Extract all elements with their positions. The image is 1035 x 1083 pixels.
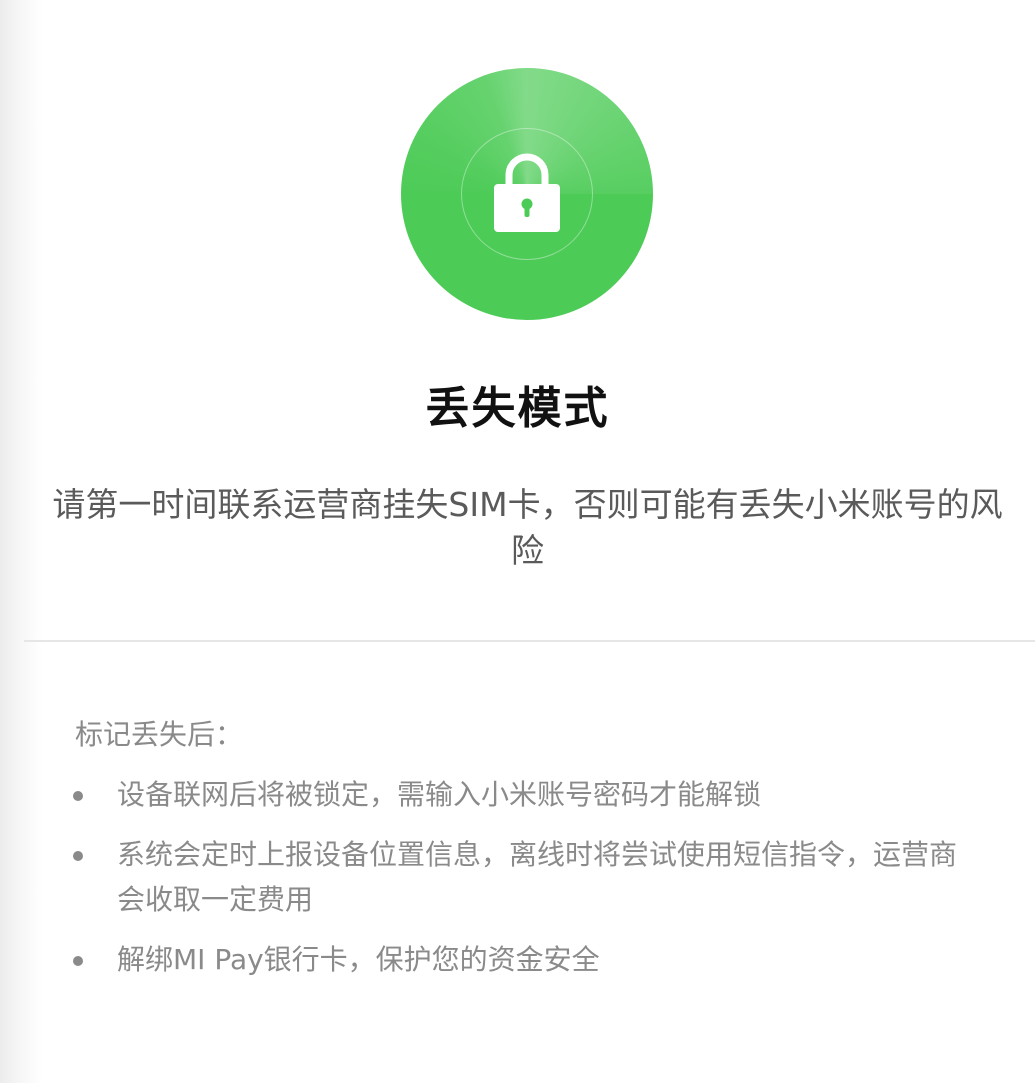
- list-item: 设备联网后将被锁定，需输入小米账号密码才能解锁: [70, 772, 970, 817]
- list-item-text: 系统会定时上报设备位置信息，离线时将尝试使用短信指令，运营商会收取一定费用: [117, 838, 958, 916]
- bullet-icon: [73, 851, 83, 861]
- list-item-text: 设备联网后将被锁定，需输入小米账号密码才能解锁: [117, 778, 762, 811]
- details-list: 设备联网后将被锁定，需输入小米账号密码才能解锁 系统会定时上报设备位置信息，离线…: [70, 772, 970, 997]
- lost-mode-page: 丢失模式 请第一时间联系运营商挂失SIM卡，否则可能有丢失小米账号的风险 标记丢…: [0, 0, 1035, 1083]
- bullet-icon: [73, 956, 83, 966]
- details-heading: 标记丢失后：: [75, 718, 244, 751]
- page-title: 丢失模式: [425, 383, 610, 434]
- lock-icon: [494, 153, 560, 232]
- lock-badge: [401, 68, 653, 320]
- section-divider: [24, 640, 1035, 642]
- list-item: 系统会定时上报设备位置信息，离线时将尝试使用短信指令，运营商会收取一定费用: [70, 832, 970, 922]
- warning-subtitle: 请第一时间联系运营商挂失SIM卡，否则可能有丢失小米账号的风险: [52, 485, 1003, 570]
- list-item: 解绑MI Pay银行卡，保护您的资金安全: [70, 937, 970, 982]
- list-item-text: 解绑MI Pay银行卡，保护您的资金安全: [117, 943, 600, 976]
- bullet-icon: [73, 791, 83, 801]
